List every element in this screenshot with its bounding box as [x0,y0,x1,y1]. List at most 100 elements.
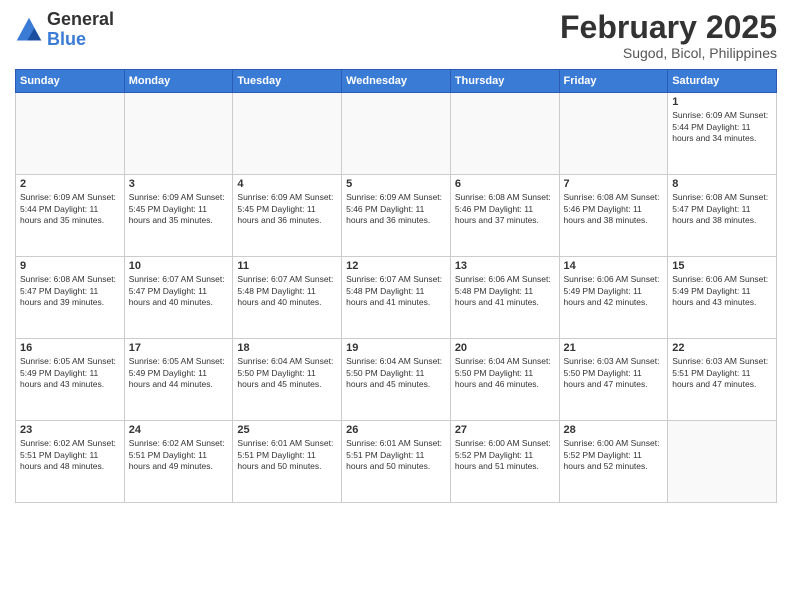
days-header-row: SundayMondayTuesdayWednesdayThursdayFrid… [16,70,777,93]
logo-text: General Blue [47,10,114,50]
calendar-cell: 13Sunrise: 6:06 AM Sunset: 5:48 PM Dayli… [450,257,559,339]
day-info: Sunrise: 6:01 AM Sunset: 5:51 PM Dayligh… [237,438,337,472]
day-info: Sunrise: 6:08 AM Sunset: 5:46 PM Dayligh… [564,192,664,226]
logo: General Blue [15,10,114,50]
day-info: Sunrise: 6:04 AM Sunset: 5:50 PM Dayligh… [237,356,337,390]
day-number: 1 [672,96,772,108]
day-info: Sunrise: 6:09 AM Sunset: 5:44 PM Dayligh… [20,192,120,226]
calendar-cell: 14Sunrise: 6:06 AM Sunset: 5:49 PM Dayli… [559,257,668,339]
calendar-cell: 1 Sunrise: 6:09 AM Sunset: 5:44 PM Daylig… [668,93,777,175]
day-number: 4 [237,178,337,190]
day-header-wednesday: Wednesday [342,70,451,93]
calendar-cell: 23Sunrise: 6:02 AM Sunset: 5:51 PM Dayli… [16,421,125,503]
day-header-saturday: Saturday [668,70,777,93]
header: General Blue February 2025 Sugod, Bicol,… [15,10,777,61]
calendar-cell [16,93,125,175]
day-info: Sunrise: 6:09 AM Sunset: 5:45 PM Dayligh… [237,192,337,226]
day-number: 10 [129,260,229,272]
day-info: Sunrise: 6:00 AM Sunset: 5:52 PM Dayligh… [455,438,555,472]
day-number: 8 [672,178,772,190]
calendar-cell: 22 Sunrise: 6:03 AM Sunset: 5:51 PM Dayli… [668,339,777,421]
day-number: 5 [346,178,446,190]
calendar-cell: 10 Sunrise: 6:07 AM Sunset: 5:47 PM Dayli… [124,257,233,339]
calendar-cell: 20 Sunrise: 6:04 AM Sunset: 5:50 PM Dayli… [450,339,559,421]
logo-blue: Blue [47,29,86,49]
month-title: February 2025 [560,10,777,45]
day-info: Sunrise: 6:06 AM Sunset: 5:49 PM Dayligh… [672,274,772,308]
calendar-cell [124,93,233,175]
calendar-cell [450,93,559,175]
day-header-thursday: Thursday [450,70,559,93]
day-number: 7 [564,178,664,190]
day-info: Sunrise: 6:08 AM Sunset: 5:47 PM Dayligh… [672,192,772,226]
day-number: 25 [237,424,337,436]
day-info: Sunrise: 6:07 AM Sunset: 5:47 PM Dayligh… [129,274,229,308]
day-info: Sunrise: 6:07 AM Sunset: 5:48 PM Dayligh… [237,274,337,308]
week-row-2: 9 Sunrise: 6:08 AM Sunset: 5:47 PM Daylig… [16,257,777,339]
day-number: 14 [564,260,664,272]
day-number: 9 [20,260,120,272]
calendar-cell: 3Sunrise: 6:09 AM Sunset: 5:45 PM Daylig… [124,175,233,257]
day-number: 15 [672,260,772,272]
week-row-3: 16 Sunrise: 6:05 AM Sunset: 5:49 PM Dayli… [16,339,777,421]
calendar-cell: 25 Sunrise: 6:01 AM Sunset: 5:51 PM Dayli… [233,421,342,503]
day-info: Sunrise: 6:03 AM Sunset: 5:51 PM Dayligh… [672,356,772,390]
calendar-cell: 28 Sunrise: 6:00 AM Sunset: 5:52 PM Dayli… [559,421,668,503]
calendar-cell: 27Sunrise: 6:00 AM Sunset: 5:52 PM Dayli… [450,421,559,503]
title-block: February 2025 Sugod, Bicol, Philippines [560,10,777,61]
calendar-cell: 4 Sunrise: 6:09 AM Sunset: 5:45 PM Daylig… [233,175,342,257]
location-subtitle: Sugod, Bicol, Philippines [560,45,777,61]
day-info: Sunrise: 6:09 AM Sunset: 5:44 PM Dayligh… [672,110,772,144]
calendar-cell [559,93,668,175]
day-number: 16 [20,342,120,354]
day-number: 19 [346,342,446,354]
calendar-cell: 7 Sunrise: 6:08 AM Sunset: 5:46 PM Daylig… [559,175,668,257]
day-number: 18 [237,342,337,354]
day-number: 20 [455,342,555,354]
week-row-4: 23Sunrise: 6:02 AM Sunset: 5:51 PM Dayli… [16,421,777,503]
logo-icon [15,16,43,44]
calendar-cell: 17 Sunrise: 6:05 AM Sunset: 5:49 PM Dayli… [124,339,233,421]
day-info: Sunrise: 6:04 AM Sunset: 5:50 PM Dayligh… [455,356,555,390]
calendar-cell: 26Sunrise: 6:01 AM Sunset: 5:51 PM Dayli… [342,421,451,503]
calendar-cell: 6 Sunrise: 6:08 AM Sunset: 5:46 PM Daylig… [450,175,559,257]
day-number: 21 [564,342,664,354]
day-info: Sunrise: 6:08 AM Sunset: 5:47 PM Dayligh… [20,274,120,308]
calendar-cell [668,421,777,503]
logo-general: General [47,9,114,29]
day-number: 26 [346,424,446,436]
calendar-cell: 19 Sunrise: 6:04 AM Sunset: 5:50 PM Dayli… [342,339,451,421]
day-info: Sunrise: 6:05 AM Sunset: 5:49 PM Dayligh… [129,356,229,390]
day-info: Sunrise: 6:02 AM Sunset: 5:51 PM Dayligh… [129,438,229,472]
calendar-table: SundayMondayTuesdayWednesdayThursdayFrid… [15,69,777,503]
day-number: 17 [129,342,229,354]
day-info: Sunrise: 6:08 AM Sunset: 5:46 PM Dayligh… [455,192,555,226]
day-info: Sunrise: 6:00 AM Sunset: 5:52 PM Dayligh… [564,438,664,472]
day-info: Sunrise: 6:04 AM Sunset: 5:50 PM Dayligh… [346,356,446,390]
day-number: 28 [564,424,664,436]
day-number: 24 [129,424,229,436]
day-header-sunday: Sunday [16,70,125,93]
calendar-page: General Blue February 2025 Sugod, Bicol,… [0,0,792,612]
calendar-cell: 9 Sunrise: 6:08 AM Sunset: 5:47 PM Daylig… [16,257,125,339]
day-number: 12 [346,260,446,272]
calendar-cell: 24 Sunrise: 6:02 AM Sunset: 5:51 PM Dayli… [124,421,233,503]
day-header-monday: Monday [124,70,233,93]
calendar-cell [233,93,342,175]
day-number: 6 [455,178,555,190]
calendar-cell: 2Sunrise: 6:09 AM Sunset: 5:44 PM Daylig… [16,175,125,257]
calendar-cell: 5Sunrise: 6:09 AM Sunset: 5:46 PM Daylig… [342,175,451,257]
day-info: Sunrise: 6:03 AM Sunset: 5:50 PM Dayligh… [564,356,664,390]
day-number: 11 [237,260,337,272]
day-number: 13 [455,260,555,272]
calendar-cell: 12 Sunrise: 6:07 AM Sunset: 5:48 PM Dayli… [342,257,451,339]
day-number: 22 [672,342,772,354]
calendar-cell: 18 Sunrise: 6:04 AM Sunset: 5:50 PM Dayli… [233,339,342,421]
day-info: Sunrise: 6:07 AM Sunset: 5:48 PM Dayligh… [346,274,446,308]
day-header-tuesday: Tuesday [233,70,342,93]
day-header-friday: Friday [559,70,668,93]
week-row-0: 1 Sunrise: 6:09 AM Sunset: 5:44 PM Daylig… [16,93,777,175]
day-number: 3 [129,178,229,190]
calendar-cell [342,93,451,175]
calendar-cell: 21 Sunrise: 6:03 AM Sunset: 5:50 PM Dayli… [559,339,668,421]
